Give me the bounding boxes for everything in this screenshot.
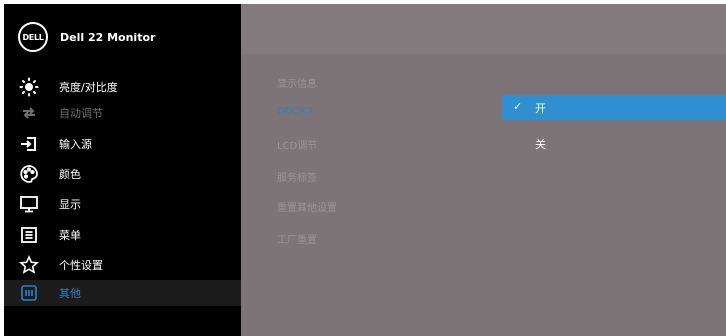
monitor-osd: DELL Dell 22 Monitor 亮度/对比度 自动调节 输入源 颜色 … [4,4,726,336]
option-on[interactable]: 开 [535,100,546,116]
submenu-header [241,4,726,54]
input-source-icon [19,134,39,154]
menu-item-color[interactable]: 颜色 [4,162,241,185]
other-info-icon [19,283,39,303]
menu-label: 亮度/对比度 [59,80,118,94]
menu-item-personalize[interactable]: 个性设置 [4,253,241,276]
submenu-item-service-tag[interactable]: 服务标签 [277,169,317,184]
menu-item-display[interactable]: 显示 [4,192,241,215]
option-off[interactable]: 关 [535,136,546,152]
brightness-icon [19,77,39,97]
menu-label: 其他 [59,287,81,300]
menu-label: 菜单 [59,228,81,242]
menu-item-menu[interactable]: 菜单 [4,223,241,246]
submenu-item-lcd-adjust[interactable]: LCD调节 [277,137,317,152]
submenu-item-factory-reset[interactable]: 工厂重置 [277,231,317,246]
display-monitor-icon [19,194,39,214]
menu-label: 显示 [59,197,81,211]
menu-item-brightness-contrast[interactable]: 亮度/对比度 [4,75,241,98]
star-icon [19,255,39,275]
menu-label: 个性设置 [59,258,103,272]
menu-item-input-source[interactable]: 输入源 [4,132,241,155]
menu-icon [19,225,39,245]
submenu-item-ddc-ci[interactable]: DDC/CI [277,106,313,117]
brand-header: DELL Dell 22 Monitor [18,21,155,53]
color-palette-icon [19,164,39,184]
dell-logo: DELL [18,22,48,52]
menu-label: 输入源 [59,137,92,151]
main-menu-panel: DELL Dell 22 Monitor 亮度/对比度 自动调节 输入源 颜色 … [4,4,241,336]
monitor-model: Dell 22 Monitor [60,30,156,44]
menu-item-other[interactable]: 其他 [4,280,241,306]
submenu-panel: 显示信息 DDC/CI LCD调节 服务标签 重置其他设置 工厂重置 ✓ 开 关 [241,4,726,336]
checkmark-icon: ✓ [513,100,523,113]
submenu-item-reset-other[interactable]: 重置其他设置 [277,199,337,214]
auto-adjust-icon [19,103,39,123]
submenu-item-display-info[interactable]: 显示信息 [277,75,317,90]
menu-item-auto-adjust[interactable]: 自动调节 [4,101,241,124]
menu-label: 颜色 [59,167,81,181]
menu-label: 自动调节 [59,106,103,120]
